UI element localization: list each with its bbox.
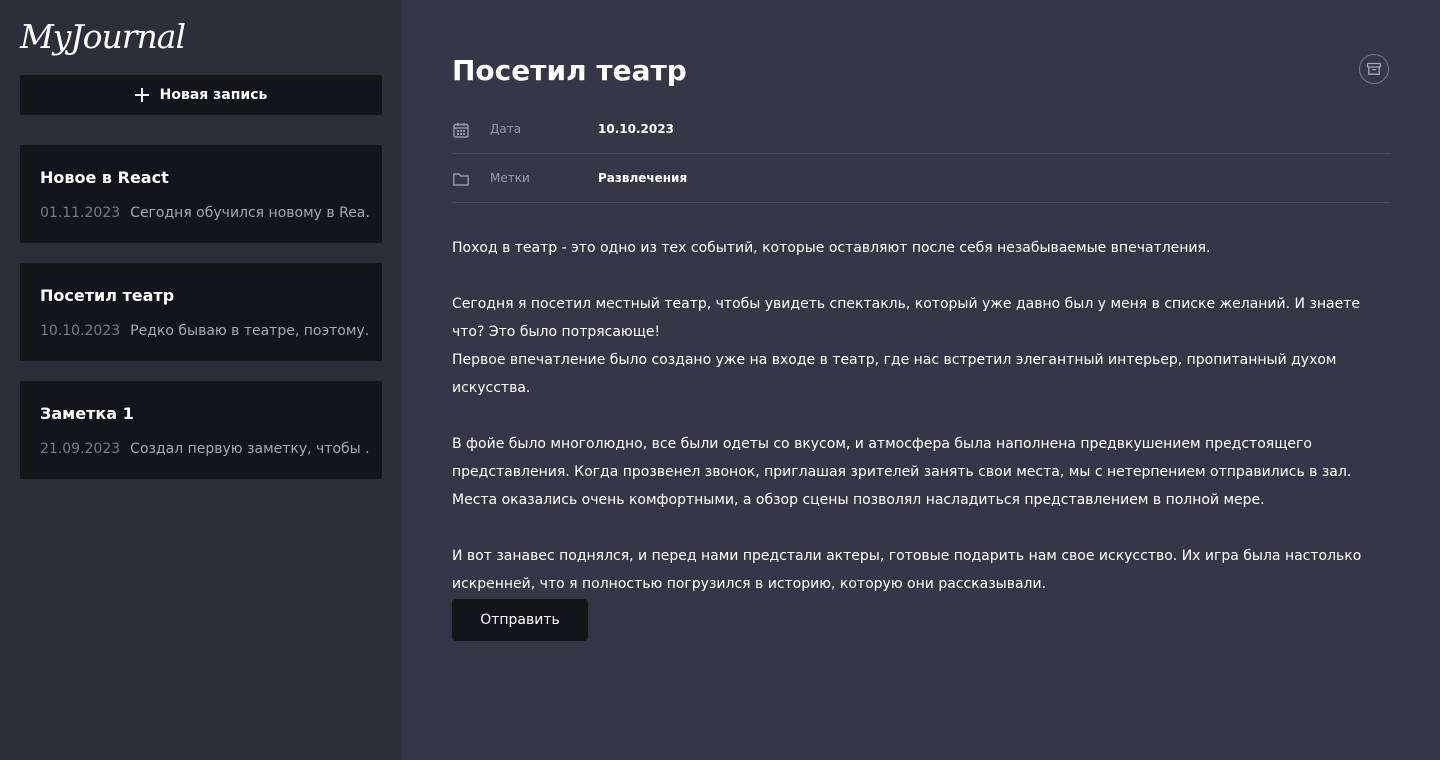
entry-meta: 01.11.2023 Сегодня обучился новому в Rea.… [40,205,370,221]
archive-button[interactable] [1359,54,1389,84]
folder-icon [453,173,469,186]
entry-date: 01.11.2023 [40,205,121,221]
tags-field[interactable]: Метки Развлечения [452,154,1390,203]
submit-button[interactable]: Отправить [452,599,588,641]
entry-meta: 21.09.2023 Создал первую заметку, чтобы .… [40,441,370,457]
entry-title: Посетил театр [40,286,175,305]
plus-icon [134,88,149,102]
entry-preview: Сегодня обучился новому в Rea... [130,205,370,221]
date-value[interactable]: 10.10.2023 [598,122,674,136]
entry-meta: 10.10.2023 Редко бываю в театре, поэтому.… [40,323,370,339]
app-logo: MyJournal [20,17,186,56]
tags-value[interactable]: Развлечения [598,171,687,185]
post-title[interactable]: Посетил театр [452,51,687,91]
entry-card[interactable]: Посетил театр 10.10.2023 Редко бываю в те… [20,263,382,361]
date-label: Дата [490,122,522,136]
sidebar: MyJournal Новая запись Новое в React 01.… [0,0,402,760]
entry-date: 21.09.2023 [40,441,121,457]
archive-icon [1366,62,1382,75]
entry-card[interactable]: Заметка 1 21.09.2023 Создал первую заметк… [20,381,382,479]
calendar-icon [453,122,469,138]
date-field[interactable]: Дата 10.10.2023 [452,105,1390,154]
entry-title: Заметка 1 [40,404,134,423]
entry-date: 10.10.2023 [40,323,121,339]
tags-label: Метки [490,171,530,185]
entry-preview: Создал первую заметку, чтобы ... [130,441,370,457]
new-entry-button[interactable]: Новая запись [20,75,382,115]
post-body[interactable]: Поход в театр - это одно из тех событий,… [452,234,1390,598]
entry-title: Новое в React [40,168,169,187]
entry-preview: Редко бываю в театре, поэтому... [130,323,370,339]
entry-card[interactable]: Новое в React 01.11.2023 Сегодня обучился… [20,145,382,243]
new-entry-label: Новая запись [159,87,268,103]
